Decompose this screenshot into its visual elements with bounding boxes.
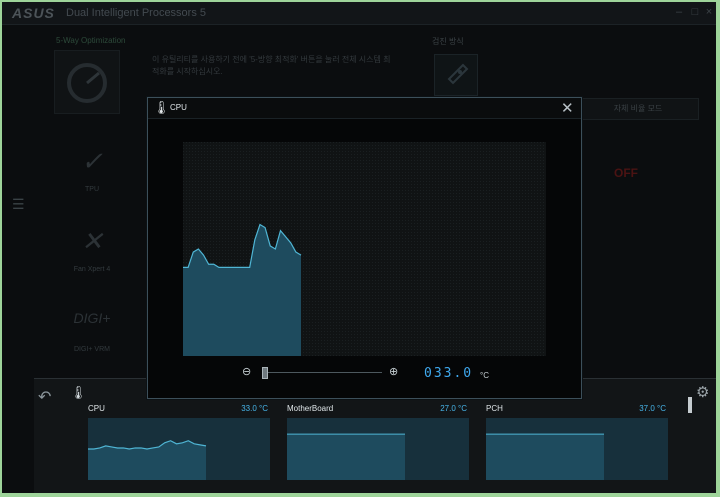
thermometer-icon: 🌡 bbox=[153, 100, 170, 115]
side-item-tpu[interactable]: TPU bbox=[62, 186, 122, 193]
hamburger-icon[interactable]: ☰ bbox=[12, 196, 25, 213]
five-way-optimization-label: 5-Way Optimization bbox=[56, 36, 126, 45]
monitor-label: CPU bbox=[88, 404, 105, 413]
cpu-temperature-dialog: 🌡 CPU ✕ ⊖ ⊕ 033.0 °C bbox=[147, 97, 582, 399]
side-item-digi-vrm[interactable]: DIGI+ VRM bbox=[62, 346, 122, 353]
gear-icon[interactable]: ⚙ bbox=[696, 383, 709, 401]
monitor-motherboard[interactable]: MotherBoard 27.0 °C bbox=[287, 401, 469, 481]
zoom-in-icon[interactable]: ⊕ bbox=[389, 365, 398, 378]
side-item-fan-xpert[interactable]: Fan Xpert 4 bbox=[62, 266, 122, 273]
digi-icon: DIGI+ bbox=[73, 310, 111, 326]
zoom-slider-thumb[interactable] bbox=[262, 367, 268, 379]
dialog-title: CPU bbox=[170, 103, 187, 112]
off-toggle[interactable]: OFF bbox=[614, 166, 638, 180]
speedometer-icon bbox=[67, 63, 107, 103]
monitor-label: MotherBoard bbox=[287, 404, 334, 413]
minimize-button[interactable]: – bbox=[672, 5, 686, 19]
title-bar: ASUS Dual Intelligent Processors 5 – □ × bbox=[2, 2, 716, 25]
app-title: Dual Intelligent Processors 5 bbox=[66, 7, 207, 19]
cpu-mini-graph bbox=[88, 440, 207, 480]
mode-label: 검진 방식 bbox=[432, 37, 464, 46]
optimization-description: 이 유틸리티를 사용하기 전에 '5-방향 최적화' 버튼을 눌러 전체 시스템… bbox=[152, 55, 391, 76]
dialog-title-bar: 🌡 CPU ✕ bbox=[148, 98, 581, 119]
monitor-graph bbox=[287, 418, 469, 480]
maximize-button[interactable]: □ bbox=[688, 5, 702, 19]
window-close-button[interactable]: × bbox=[702, 5, 716, 19]
five-way-optimization-button[interactable] bbox=[54, 50, 120, 114]
monitor-cpu[interactable]: CPU 33.0 °C bbox=[88, 401, 270, 481]
monitor-value: 27.0 °C bbox=[440, 404, 467, 413]
zoom-slider-track[interactable] bbox=[262, 372, 382, 373]
thermometer-icon[interactable]: 🌡 bbox=[70, 385, 87, 401]
fan-icon: ✕ bbox=[81, 226, 103, 256]
monitor-label: PCH bbox=[486, 404, 503, 413]
close-icon[interactable]: ✕ bbox=[561, 99, 574, 117]
auto-ratio-mode-button[interactable]: 자체 비율 모드 bbox=[577, 98, 699, 120]
monitor-area bbox=[88, 440, 206, 480]
rocket-icon[interactable] bbox=[434, 54, 478, 96]
temperature-readout: 033.0 bbox=[424, 366, 474, 381]
monitor-pch[interactable]: PCH 37.0 °C bbox=[486, 401, 668, 481]
motherboard-mini-graph bbox=[287, 433, 405, 480]
undo-icon[interactable]: ↶ bbox=[38, 387, 51, 407]
app-window: ASUS Dual Intelligent Processors 5 – □ ×… bbox=[2, 2, 716, 493]
temperature-chart bbox=[183, 142, 546, 356]
monitor-graph bbox=[88, 418, 270, 480]
zoom-out-icon[interactable]: ⊖ bbox=[242, 365, 251, 378]
temperature-graph bbox=[183, 142, 546, 356]
asus-logo: ASUS bbox=[12, 5, 55, 21]
monitor-graph bbox=[486, 418, 668, 480]
monitor-flat-area bbox=[486, 434, 604, 480]
chart-controls: ⊖ ⊕ 033.0 °C bbox=[148, 362, 581, 386]
pch-mini-graph bbox=[486, 433, 604, 480]
tpu-icon: ✓ bbox=[81, 146, 103, 176]
monitor-value: 37.0 °C bbox=[639, 404, 666, 413]
temperature-unit: °C bbox=[480, 371, 489, 380]
monitor-flat-area bbox=[287, 434, 405, 480]
monitor-value: 33.0 °C bbox=[241, 404, 268, 413]
panel-scrollbar[interactable] bbox=[688, 397, 692, 413]
